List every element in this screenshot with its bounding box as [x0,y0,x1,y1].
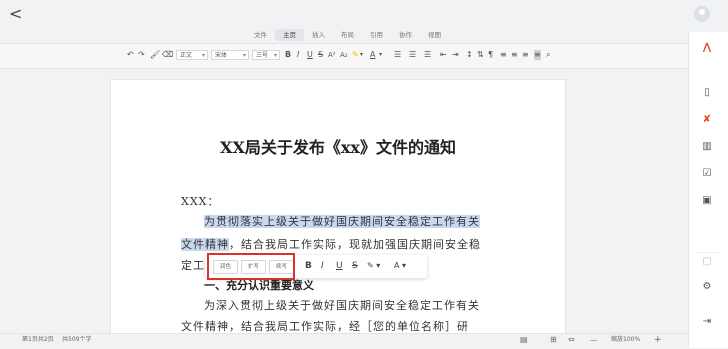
menu-home[interactable]: 主页 [275,29,304,41]
collapse-sidebar-icon[interactable]: ⇥ [702,316,712,328]
page-indicator: 第1页共2页 [22,336,54,343]
font-select[interactable]: 宋体 [211,50,249,61]
annotation-highlight-box [207,253,295,280]
underline-button[interactable]: U [307,50,313,60]
undo-icon[interactable]: ↶ [127,50,134,60]
strikethrough-button[interactable]: S [318,50,323,60]
float-highlight-button[interactable]: ✎ ▾ [367,259,380,273]
checklist-icon[interactable]: ☑ [702,168,712,180]
increase-indent-icon[interactable]: ⇥ [452,50,459,60]
right-sidebar [688,32,728,348]
bullet-list-icon[interactable]: ☰ [394,50,401,60]
menu-collaborate[interactable]: 协作 [391,29,420,41]
align-justify-icon[interactable]: ≡ [534,50,541,60]
document-title: XX局关于发布《xx》文件的通知 [220,138,456,157]
selected-text: 为贯彻落实上级关于做好国庆期间安全稳定工作有关 [204,215,480,228]
paragraph1-line2: 文件精神，结合我局工作实际，现就加强国庆期间安全稳 [181,236,481,252]
main-menu: 文件 主页 插入 布局 引用 协作 视图 [246,29,449,41]
bold-button[interactable]: B [285,50,291,60]
fit-width-icon[interactable]: ⇔ [568,336,575,344]
document-outline-icon[interactable]: ▯ [702,87,712,99]
font-color-icon[interactable]: A [370,50,375,60]
zoom-in-button[interactable]: + [654,336,662,345]
multilevel-list-icon[interactable]: ☰ [424,50,431,60]
align-right-icon[interactable]: ≡ [522,50,529,60]
read-mode-icon[interactable]: ▤ [520,336,528,344]
zoom-out-button[interactable]: — [590,336,597,344]
top-bar [0,0,688,28]
back-button[interactable]: < [9,4,22,24]
menu-file[interactable]: 文件 [246,29,275,41]
show-marks-icon[interactable]: ¶ [488,50,493,60]
settings-icon[interactable]: ⚙ [702,281,712,293]
float-strikethrough-button[interactable]: S [352,259,358,273]
format-painter-icon[interactable]: 🖌 [150,50,160,60]
word-count[interactable]: 共509个字 [62,336,91,344]
fit-page-icon[interactable]: ⊞ [550,336,557,344]
sidebar-divider [696,252,720,253]
collapsed-panel-icon[interactable]: ▢ [702,256,712,268]
search-icon[interactable]: ⌕ [546,50,550,60]
paragraph2-line1: 为深入贯彻上级关于做好国庆期间安全稳定工作有关 [204,299,480,312]
italic-button[interactable]: I [297,50,299,60]
redo-icon[interactable]: ↷ [138,50,145,60]
paragraph2-line2: 文件精神，结合我局工作实际，经［您的单位名称］研 [181,320,469,333]
style-select[interactable]: 正文 [176,50,208,61]
app-logo-icon[interactable]: ⋀ [702,42,712,54]
menu-references[interactable]: 引用 [362,29,391,41]
line-spacing-icon[interactable]: ↕ [466,50,473,60]
menu-view[interactable]: 视图 [420,29,449,41]
float-underline-button[interactable]: U [336,259,343,273]
font-color-dropdown-icon[interactable]: ▾ [379,50,382,60]
menu-insert[interactable]: 插入 [304,29,333,41]
sort-icon[interactable]: ⇅ [477,50,484,60]
selected-text: 文件精神 [181,238,229,251]
document-addressee: XXX： [181,195,220,208]
subscript-button[interactable]: A₂ [340,50,348,60]
float-font-color-button[interactable]: A ▾ [394,259,406,273]
align-center-icon[interactable]: ≡ [511,50,518,60]
clear-format-icon[interactable]: ⌫ [162,50,173,60]
highlight-dropdown-icon[interactable]: ▾ [360,50,363,60]
superscript-button[interactable]: A² [328,50,336,60]
decrease-indent-icon[interactable]: ⇤ [440,50,447,60]
library-icon[interactable]: ▥ [702,141,712,153]
paragraph1-line3: 定工 [181,259,205,272]
float-bold-button[interactable]: B [305,259,312,273]
paragraph-text: ，结合我局工作实际，现就加强国庆期间安全稳 [229,238,481,251]
zoom-level[interactable]: 缩放100% [611,336,640,344]
numbered-list-icon[interactable]: ☰ [409,50,416,60]
template-icon[interactable]: ▣ [702,195,712,207]
align-left-icon[interactable]: ≡ [500,50,507,60]
paragraph1-line1: 为贯彻落实上级关于做好国庆期间安全稳定工作有关 [204,213,480,229]
highlight-icon[interactable]: ✎ [352,50,359,60]
user-avatar[interactable] [694,6,710,22]
float-italic-button[interactable]: I [321,259,324,273]
font-size-select[interactable]: 三号 [252,50,280,61]
ai-assistant-icon[interactable]: ✘ [702,114,712,126]
menu-layout[interactable]: 布局 [333,29,362,41]
status-bar [0,333,688,349]
